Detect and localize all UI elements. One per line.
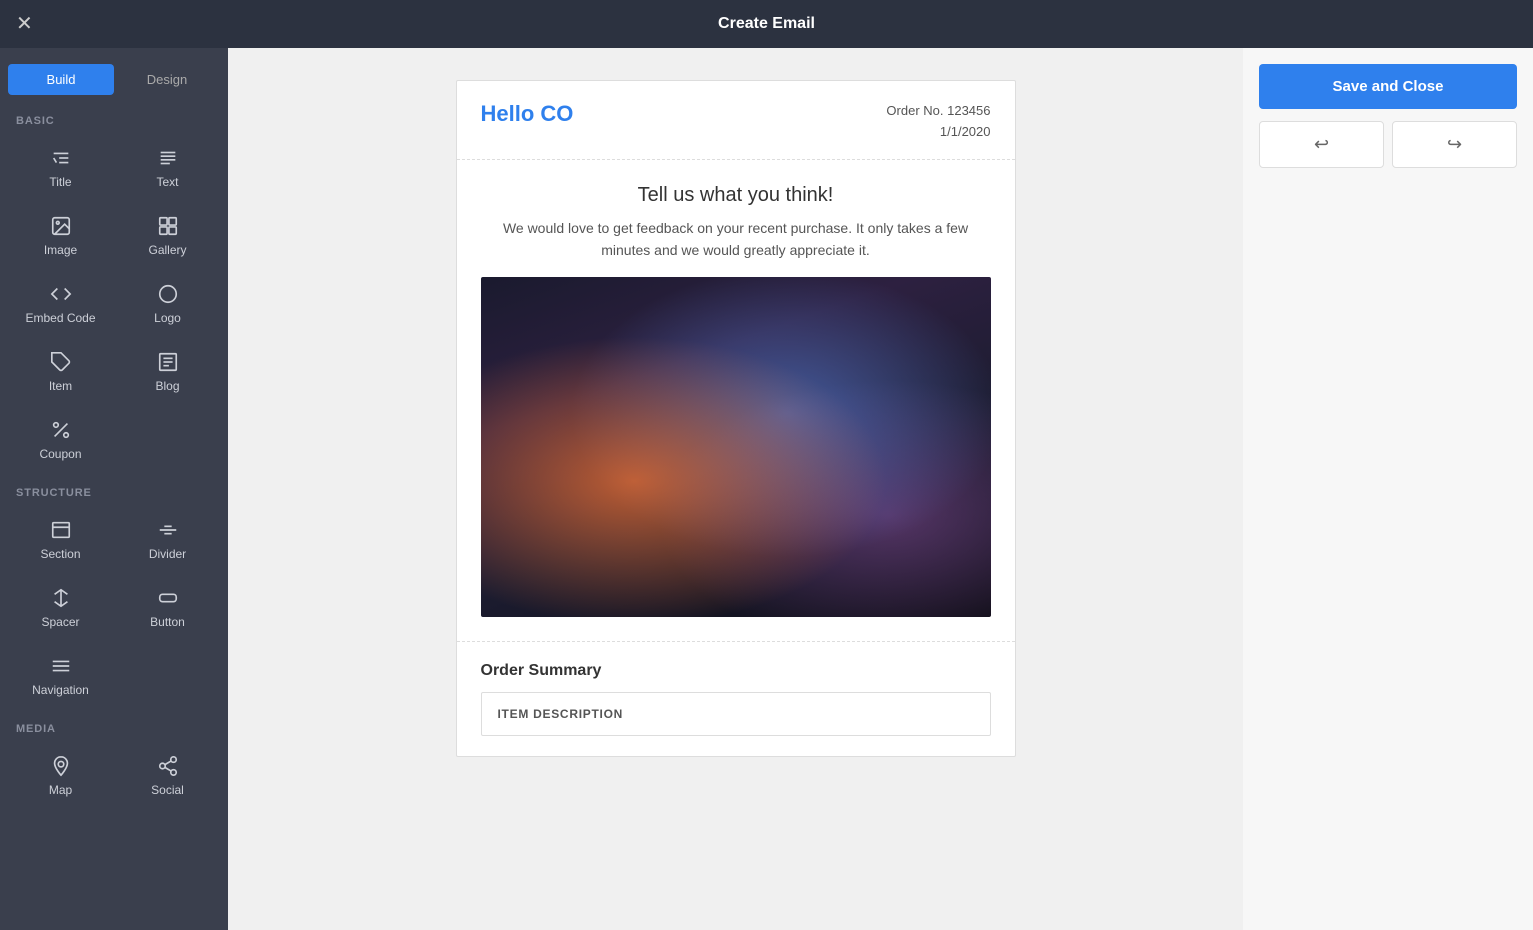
text-label: Text xyxy=(156,175,178,189)
tab-toggle: Build Design xyxy=(8,64,220,95)
sidebar-item-section[interactable]: Section xyxy=(8,505,113,571)
coupon-icon xyxy=(50,419,72,441)
email-item-desc: ITEM DESCRIPTION xyxy=(498,707,624,721)
sidebar-item-coupon[interactable]: Coupon xyxy=(8,405,113,471)
coupon-label: Coupon xyxy=(39,447,81,461)
email-header-top: Hello CO Order No. 123456 1/1/2020 xyxy=(481,101,991,143)
divider-label: Divider xyxy=(149,547,186,561)
structure-section-label: STRUCTURE xyxy=(0,479,228,505)
spacer-label: Spacer xyxy=(41,615,79,629)
right-panel: Save and Close ↩ ↪ xyxy=(1243,48,1533,930)
email-image-scene xyxy=(481,277,991,617)
undo-button[interactable]: ↩ xyxy=(1259,121,1384,168)
blog-label: Blog xyxy=(155,379,179,393)
email-section-title: Tell us what you think! xyxy=(481,184,991,207)
sidebar-item-social[interactable]: Social xyxy=(115,741,220,807)
sidebar-item-button[interactable]: Button xyxy=(115,573,220,639)
title-label: Title xyxy=(49,175,71,189)
topbar: ✕ Create Email xyxy=(0,0,1533,48)
order-date: 1/1/2020 xyxy=(886,122,990,143)
redo-button[interactable]: ↪ xyxy=(1392,121,1517,168)
main-layout: Build Design BASIC Title Text Image xyxy=(0,48,1533,930)
image-icon xyxy=(50,215,72,237)
tab-build[interactable]: Build xyxy=(8,64,114,95)
redo-icon: ↪ xyxy=(1447,134,1462,155)
email-order-info: Order No. 123456 1/1/2020 xyxy=(886,101,990,143)
order-number: Order No. 123456 xyxy=(886,101,990,122)
sidebar-item-gallery[interactable]: Gallery xyxy=(115,201,220,267)
navigation-label: Navigation xyxy=(32,683,89,697)
basic-section-label: BASIC xyxy=(0,107,228,133)
email-feedback-section: Tell us what you think! We would love to… xyxy=(457,160,1015,643)
page-title: Create Email xyxy=(718,15,815,33)
sidebar-item-blog[interactable]: Blog xyxy=(115,337,220,403)
blog-icon xyxy=(157,351,179,373)
email-header: Hello CO Order No. 123456 1/1/2020 xyxy=(457,81,1015,160)
email-section-body: We would love to get feedback on your re… xyxy=(481,217,991,262)
section-icon xyxy=(50,519,72,541)
email-preview: Hello CO Order No. 123456 1/1/2020 Tell … xyxy=(456,80,1016,757)
sidebar-item-navigation[interactable]: Navigation xyxy=(8,641,113,707)
navigation-icon xyxy=(50,655,72,677)
sidebar-item-map[interactable]: Map xyxy=(8,741,113,807)
email-item-row: ITEM DESCRIPTION xyxy=(481,692,991,736)
item-icon xyxy=(50,351,72,373)
map-icon xyxy=(50,755,72,777)
title-icon xyxy=(50,147,72,169)
tab-design[interactable]: Design xyxy=(114,64,220,95)
social-icon xyxy=(157,755,179,777)
image-label: Image xyxy=(44,243,77,257)
sidebar-item-image[interactable]: Image xyxy=(8,201,113,267)
section-label: Section xyxy=(40,547,80,561)
sidebar-item-embed-code[interactable]: Embed Code xyxy=(8,269,113,335)
sidebar: Build Design BASIC Title Text Image xyxy=(0,48,228,930)
item-label: Item xyxy=(49,379,72,393)
gallery-icon xyxy=(157,215,179,237)
sidebar-item-logo[interactable]: Logo xyxy=(115,269,220,335)
map-label: Map xyxy=(49,783,72,797)
email-order-title: Order Summary xyxy=(481,662,991,680)
embed-code-label: Embed Code xyxy=(25,311,95,325)
email-order-section: Order Summary ITEM DESCRIPTION xyxy=(457,642,1015,756)
sidebar-item-title[interactable]: Title xyxy=(8,133,113,199)
logo-icon xyxy=(157,283,179,305)
spacer-icon xyxy=(50,587,72,609)
social-label: Social xyxy=(151,783,184,797)
save-close-button[interactable]: Save and Close xyxy=(1259,64,1517,109)
embed-code-icon xyxy=(50,283,72,305)
sidebar-item-divider[interactable]: Divider xyxy=(115,505,220,571)
structure-grid: Section Divider Spacer Button Navigation xyxy=(0,505,228,715)
media-grid: Map Social xyxy=(0,741,228,815)
basic-grid: Title Text Image Gallery Embed Code xyxy=(0,133,228,479)
button-label: Button xyxy=(150,615,185,629)
close-button[interactable]: ✕ xyxy=(16,14,33,34)
sidebar-item-item[interactable]: Item xyxy=(8,337,113,403)
canvas-area: Hello CO Order No. 123456 1/1/2020 Tell … xyxy=(228,48,1243,930)
email-greeting: Hello CO xyxy=(481,101,574,127)
sidebar-item-text[interactable]: Text xyxy=(115,133,220,199)
media-section-label: MEDIA xyxy=(0,715,228,741)
logo-label: Logo xyxy=(154,311,181,325)
sidebar-item-spacer[interactable]: Spacer xyxy=(8,573,113,639)
button-icon xyxy=(157,587,179,609)
gallery-label: Gallery xyxy=(148,243,186,257)
undo-icon: ↩ xyxy=(1314,134,1329,155)
text-icon xyxy=(157,147,179,169)
divider-icon xyxy=(157,519,179,541)
undo-redo-row: ↩ ↪ xyxy=(1259,121,1517,168)
email-image-placeholder xyxy=(481,277,991,617)
